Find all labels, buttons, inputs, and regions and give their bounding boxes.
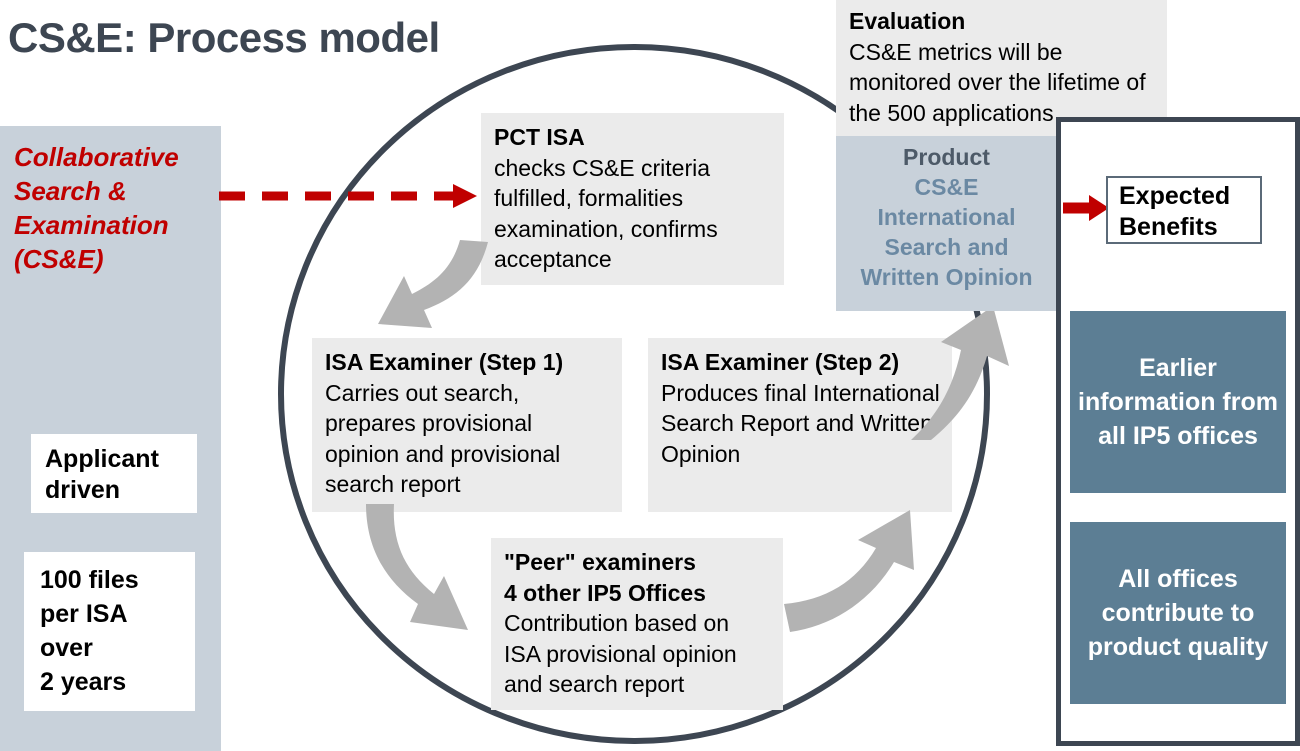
cse-heading-line-1: Collaborative (14, 142, 179, 172)
cse-heading-line-3: Examination (14, 210, 169, 240)
benefit-box-product-quality: All offices contribute to product qualit… (1070, 522, 1286, 704)
applicant-driven-line-1: Applicant (45, 445, 159, 473)
benefits-arrow-icon (1063, 195, 1109, 221)
evaluation-body: CS&E metrics will be monitored over the … (849, 38, 1146, 126)
step-box-isa-examiner-step-2: ISA Examiner (Step 2) Produces final Int… (648, 338, 952, 512)
cse-heading-line-4: (CS&E) (14, 244, 104, 274)
step-heading-peer-line-1: "Peer" examiners (504, 549, 696, 575)
expected-benefits-line-1: Expected (1119, 182, 1231, 210)
step-body-isa-examiner-step-2: Produces final International Search Repo… (661, 379, 940, 467)
product-heading: Product (903, 144, 990, 170)
product-body-line-1: CS&E (914, 174, 979, 200)
cse-heading: Collaborative Search & Examination (CS&E… (14, 140, 209, 276)
step-box-pct-isa: PCT ISA checks CS&E criteria fulfilled, … (481, 113, 784, 285)
entry-arrow-dashed (219, 184, 477, 208)
step-box-isa-examiner-step-1: ISA Examiner (Step 1) Carries out search… (312, 338, 622, 512)
step-box-peer-examiners: "Peer" examiners 4 other IP5 Offices Con… (491, 538, 783, 710)
step-heading-isa-examiner-step-2: ISA Examiner (Step 2) (661, 349, 900, 375)
applicant-driven-box: Applicant driven (31, 434, 197, 513)
files-line-3: over (40, 634, 93, 662)
step-heading-isa-examiner-step-1: ISA Examiner (Step 1) (325, 349, 564, 375)
product-box: Product CS&E International Search and Wr… (836, 136, 1057, 311)
product-body-line-3: Search and (884, 234, 1009, 260)
product-body-line-2: International (877, 204, 1016, 230)
step-body-pct-isa: checks CS&E criteria fulfilled, formalit… (494, 154, 718, 273)
product-body-line-4: Written Opinion (860, 264, 1033, 290)
applicant-driven-line-2: driven (45, 476, 121, 504)
expected-benefits-line-2: Benefits (1119, 213, 1218, 241)
step-body-isa-examiner-step-1: Carries out search, prepares provisional… (325, 379, 561, 498)
benefits-panel-left-edge (1056, 117, 1061, 746)
step-heading-pct-isa: PCT ISA (494, 124, 585, 150)
step-body-peer-examiners: Contribution based on ISA provisional op… (504, 610, 737, 697)
benefit-text-product-quality: All offices contribute to product qualit… (1087, 565, 1269, 661)
expected-benefits-box: Expected Benefits (1106, 176, 1262, 244)
evaluation-heading: Evaluation (849, 8, 966, 34)
benefit-text-earlier-information: Earlier information from all IP5 offices (1078, 354, 1278, 450)
files-line-2: per ISA (40, 600, 128, 628)
benefit-box-earlier-information: Earlier information from all IP5 offices (1070, 311, 1286, 493)
cse-heading-line-2: Search & (14, 176, 127, 206)
files-per-isa-box: 100 files per ISA over 2 years (24, 552, 195, 711)
files-line-4: 2 years (40, 668, 127, 696)
product-body: CS&E International Search and Written Op… (836, 172, 1057, 292)
diagram-canvas: CS&E: Process model Collaborative Search… (0, 0, 1300, 751)
step-heading-peer-line-2: 4 other IP5 Offices (504, 579, 706, 606)
files-line-1: 100 files (40, 566, 139, 594)
